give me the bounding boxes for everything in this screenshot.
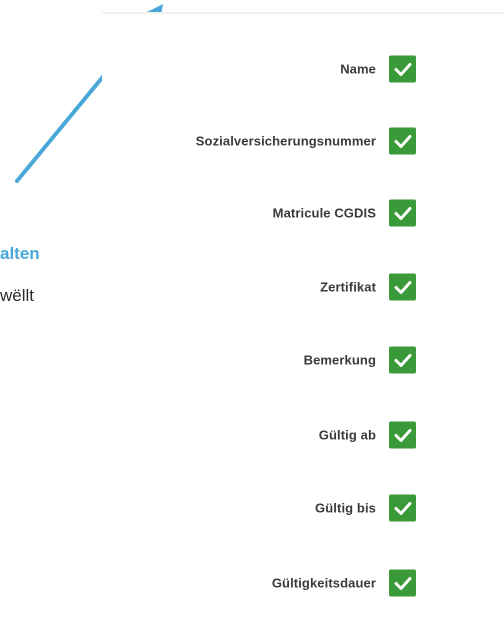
column-row-gueltig-ab: Gültig ab [102, 418, 504, 452]
check-icon [394, 134, 411, 148]
check-icon [394, 353, 411, 367]
check-icon [394, 501, 411, 515]
column-label: Bemerkung [303, 352, 376, 368]
column-checkbox-zertifikat[interactable] [389, 273, 416, 301]
check-icon [394, 428, 411, 442]
callout-title: alten [0, 244, 40, 263]
column-checkbox-gueltig-bis[interactable] [389, 494, 416, 522]
column-label: Sozialversicherungsnummer [195, 133, 376, 149]
column-label: Gültig ab [318, 427, 376, 443]
column-checkbox-gueltigkeitsdauer[interactable] [389, 569, 416, 597]
column-row-name: Name [102, 52, 504, 86]
column-row-bemerkung: Bemerkung [102, 343, 504, 377]
column-row-gueltig-bis: Gültig bis [102, 491, 504, 525]
column-checkbox-bemerkung[interactable] [389, 346, 416, 374]
column-label: Zertifikat [320, 279, 376, 295]
column-row-gueltigkeitsdauer: Gültigkeitsdauer [102, 566, 504, 600]
column-checkbox-matricule-cgdis[interactable] [389, 199, 416, 227]
column-label: Matricule CGDIS [272, 205, 376, 221]
column-label: Gültigkeitsdauer [271, 575, 376, 591]
column-row-zertifikat: Zertifikat [102, 270, 504, 304]
column-label: Name [340, 61, 376, 77]
column-checkbox-sozialversicherungsnummer[interactable] [389, 127, 416, 155]
check-icon [394, 62, 411, 76]
check-icon [394, 206, 411, 220]
check-icon [394, 280, 411, 294]
check-icon [394, 576, 411, 590]
column-row-sozialversicherungsnummer: Sozialversicherungsnummer [102, 124, 504, 158]
column-label: Gültig bis [315, 500, 376, 516]
column-row-matricule-cgdis: Matricule CGDIS [102, 196, 504, 230]
column-visibility-panel: Name Sozialversicherungsnummer Matricule… [102, 12, 504, 633]
column-checkbox-name[interactable] [389, 55, 416, 83]
column-checkbox-gueltig-ab[interactable] [389, 421, 416, 449]
callout-text: wëllt [0, 286, 35, 305]
